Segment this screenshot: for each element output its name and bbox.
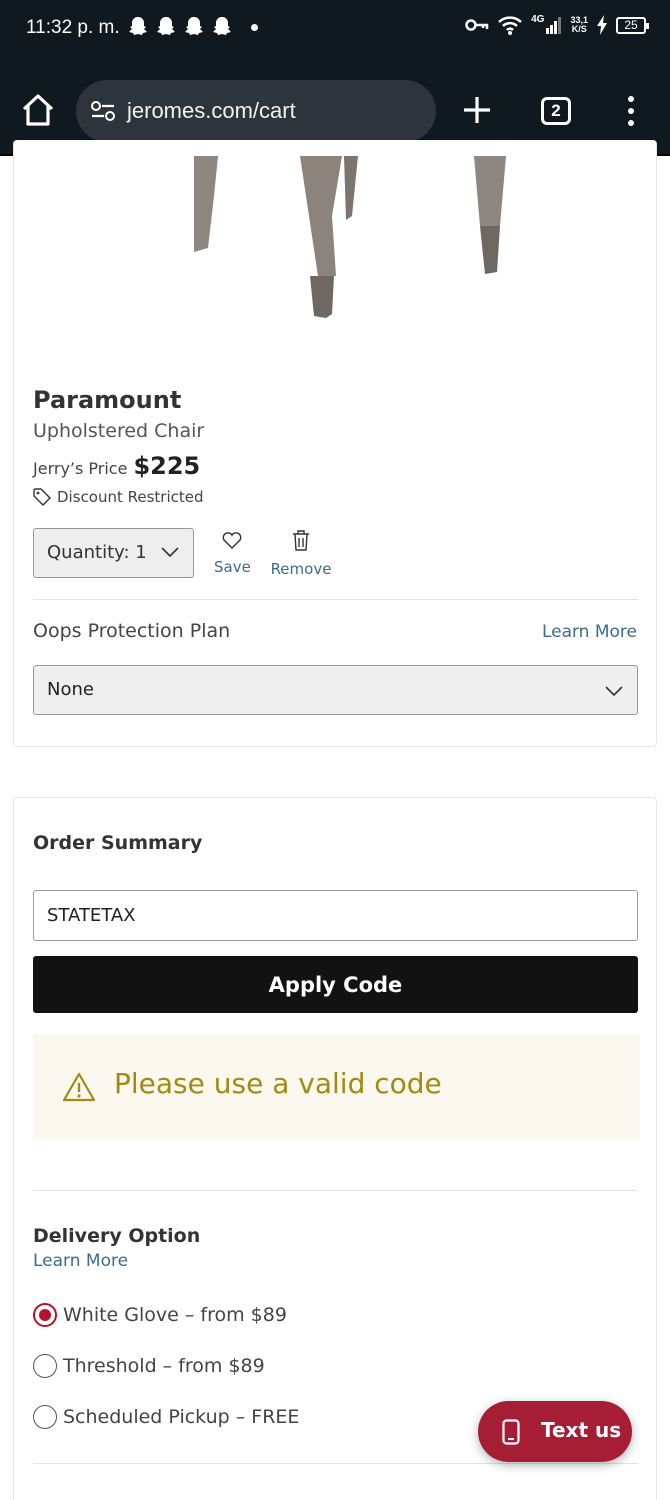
remove-label: Remove [270, 560, 332, 578]
delivery-option-label: Scheduled Pickup – FREE [63, 1406, 300, 1428]
delivery-option-threshold[interactable]: Threshold – from $89 [33, 1354, 265, 1378]
divider [33, 1463, 638, 1464]
delivery-option-scheduled-pickup[interactable]: Scheduled Pickup – FREE [33, 1405, 299, 1429]
save-label: Save [214, 558, 251, 576]
delivery-option-white-glove[interactable]: White Glove – from $89 [33, 1303, 287, 1327]
divider [33, 1190, 638, 1191]
trash-icon [293, 530, 309, 551]
product-price: $225 [133, 452, 201, 480]
notification-icons [128, 16, 232, 38]
chevron-down-icon [605, 686, 623, 697]
overflow-menu-icon[interactable] [622, 96, 640, 126]
order-summary-title: Order Summary [33, 832, 203, 854]
network-speed: 33,1 K/S [570, 15, 588, 34]
network-type: 4G [531, 14, 545, 25]
snapchat-icon [213, 17, 231, 35]
product-subtitle: Upholstered Chair [33, 420, 205, 442]
cart-item-card: Paramount Upholstered Chair Jerry’s Pric… [13, 140, 657, 747]
radio-button[interactable] [33, 1405, 57, 1429]
product-image[interactable] [184, 156, 544, 336]
status-time: 11:32 p. m. [26, 17, 120, 38]
charging-icon [597, 15, 607, 35]
battery-indicator: 25 [616, 16, 649, 34]
divider [33, 599, 638, 600]
new-tab-icon[interactable] [462, 95, 492, 125]
home-icon[interactable] [20, 92, 56, 128]
tab-switcher-button[interactable]: 2 [541, 97, 571, 125]
system-status: 4G 33,1 K/S 25 [465, 14, 649, 36]
quantity-select[interactable]: Quantity: 1 [33, 528, 194, 578]
alert-message: Please use a valid code [114, 1067, 442, 1100]
protection-plan-title: Oops Protection Plan [33, 620, 231, 642]
price-line: Jerry’s Price $225 [33, 452, 200, 480]
promo-error-alert: Please use a valid code [33, 1034, 640, 1140]
radio-button[interactable] [33, 1303, 57, 1327]
status-bar: 11:32 p. m. 4G 33,1 K/S 25 [0, 0, 670, 56]
protection-learn-more-link[interactable]: Learn More [542, 622, 637, 642]
delivery-learn-more-link[interactable]: Learn More [33, 1251, 128, 1271]
address-bar[interactable]: jeromes.com/cart [76, 80, 436, 142]
quantity-label: Quantity: 1 [47, 542, 147, 563]
snapchat-icon [129, 17, 147, 35]
protection-plan-value: None [47, 679, 94, 700]
site-settings-icon[interactable] [90, 100, 116, 122]
delivery-option-title: Delivery Option [33, 1225, 201, 1247]
chevron-down-icon [161, 547, 179, 558]
price-label: Jerry’s Price [33, 459, 128, 478]
heart-icon [222, 532, 242, 549]
vpn-key-icon [465, 19, 489, 31]
signal-icon [546, 17, 562, 34]
text-us-button[interactable]: Text us [478, 1401, 632, 1462]
phone-icon [502, 1419, 520, 1445]
order-summary-card: Order Summary Apply Code Please use a va… [13, 797, 657, 1500]
apply-code-button[interactable]: Apply Code [33, 956, 638, 1013]
url-text[interactable]: jeromes.com/cart [127, 98, 296, 124]
product-name[interactable]: Paramount [33, 386, 181, 414]
warning-icon [63, 1072, 95, 1102]
tag-icon [33, 488, 51, 506]
radio-button[interactable] [33, 1354, 57, 1378]
save-for-later-button[interactable]: Save [214, 530, 251, 576]
remove-item-button[interactable]: Remove [270, 530, 332, 578]
wifi-icon [498, 16, 522, 35]
delivery-option-label: Threshold – from $89 [63, 1355, 265, 1377]
more-notifications-dot [251, 24, 258, 31]
snapchat-icon [185, 17, 203, 35]
text-us-label: Text us [541, 1418, 622, 1442]
delivery-option-label: White Glove – from $89 [63, 1304, 287, 1326]
promo-code-input[interactable] [33, 890, 638, 941]
discount-note: Discount Restricted [33, 488, 204, 506]
protection-plan-select[interactable]: None [33, 665, 638, 715]
snapchat-icon [157, 17, 175, 35]
discount-text: Discount Restricted [57, 488, 204, 506]
